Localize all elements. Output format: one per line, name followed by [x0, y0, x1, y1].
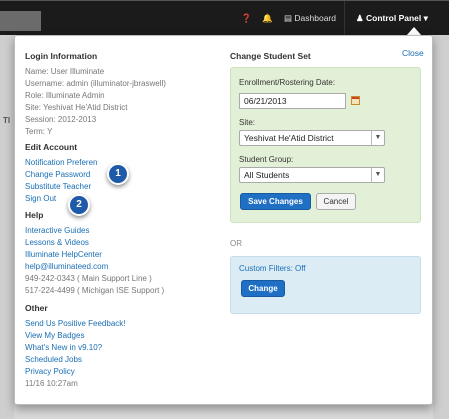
callout-badge-1: 1 — [107, 163, 129, 185]
substitute-teacher-link[interactable]: Substitute Teacher — [25, 182, 91, 191]
helpcenter-link[interactable]: Illuminate HelpCenter — [25, 250, 102, 259]
chevron-down-icon: ▼ — [371, 131, 384, 145]
date-input[interactable]: 06/21/2013 — [239, 93, 346, 109]
lessons-videos-link[interactable]: Lessons & Videos — [25, 238, 89, 247]
date-label: Enrollment/Rostering Date: — [239, 78, 336, 87]
dashboard-link[interactable]: ▤ Dashboard — [284, 12, 336, 25]
background-page-right — [433, 35, 449, 419]
michigan-support-phone: 517-224-4499 ( Michigan ISE Support ) — [25, 286, 165, 295]
site-label: Site: — [239, 118, 256, 127]
user-icon: ♟ — [356, 13, 364, 23]
control-panel-dropdown: Login Information Name: User Illuminate … — [14, 35, 433, 405]
callout-badge-2: 2 — [68, 194, 90, 216]
dashboard-label: Dashboard — [294, 13, 336, 23]
login-term: Term: Y — [25, 127, 53, 136]
custom-filters-status: Custom Filters: Off — [239, 264, 306, 273]
site-select-value: Yeshivat He'Atid District — [244, 133, 334, 143]
whats-new-link[interactable]: What's New in v9.10? — [25, 343, 102, 352]
view-badges-link[interactable]: View My Badges — [25, 331, 84, 340]
student-group-label: Student Group: — [239, 155, 294, 164]
login-username: Username: admin (illuminator-jbraswell) — [25, 79, 166, 88]
interactive-guides-link[interactable]: Interactive Guides — [25, 226, 89, 235]
site-select[interactable]: Yeshivat He'Atid District ▼ — [239, 130, 385, 146]
close-link[interactable]: Close — [402, 48, 424, 58]
control-panel-label: Control Panel — [366, 13, 422, 23]
cancel-button[interactable]: Cancel — [316, 193, 356, 210]
student-group-value: All Students — [244, 170, 290, 180]
timestamp: 11/16 10:27am — [25, 379, 78, 388]
caret-down-icon: ▾ — [423, 13, 428, 23]
login-role: Role: Illuminate Admin — [25, 91, 105, 100]
privacy-policy-link[interactable]: Privacy Policy — [25, 367, 75, 376]
other-heading: Other — [25, 303, 48, 313]
login-session: Session: 2012-2013 — [25, 115, 97, 124]
help-heading: Help — [25, 210, 44, 220]
positive-feedback-link[interactable]: Send Us Positive Feedback! — [25, 319, 126, 328]
save-changes-button[interactable]: Save Changes — [240, 193, 311, 210]
bell-icon[interactable]: 🔔 — [262, 12, 273, 25]
background-page-left — [0, 35, 14, 419]
edit-account-heading: Edit Account — [25, 142, 78, 152]
student-set-form: Enrollment/Rostering Date: 06/21/2013 Si… — [230, 67, 421, 223]
navbar-divider — [344, 1, 345, 36]
chevron-down-icon: ▼ — [371, 168, 384, 182]
login-name: Name: User Illuminate — [25, 67, 105, 76]
student-group-select[interactable]: All Students ▼ — [239, 167, 385, 183]
bar-chart-icon: ▤ — [284, 13, 293, 23]
change-password-link[interactable]: Change Password — [25, 170, 90, 179]
login-info-heading: Login Information — [25, 51, 98, 61]
control-panel-menu[interactable]: ♟ Control Panel ▾ — [356, 12, 428, 25]
custom-filters-box: Custom Filters: Off Change — [230, 256, 421, 314]
or-divider: OR — [230, 239, 242, 248]
notification-preferences-link[interactable]: Notification Preferen — [25, 158, 97, 167]
calendar-icon[interactable] — [351, 96, 360, 105]
login-site: Site: Yeshivat He'Atid District — [25, 103, 128, 112]
change-filters-button[interactable]: Change — [241, 280, 285, 297]
background-text: TI — [3, 116, 11, 125]
change-student-set-heading: Change Student Set — [230, 51, 311, 61]
main-support-phone: 949-242-0343 ( Main Support Line ) — [25, 274, 152, 283]
scheduled-jobs-link[interactable]: Scheduled Jobs — [25, 355, 82, 364]
question-circle-icon[interactable]: ❓ — [241, 12, 252, 25]
top-navbar: ❓ 🔔 ▤ Dashboard ♟ Control Panel ▾ — [0, 0, 449, 36]
logo-placeholder — [0, 11, 41, 31]
help-email-link[interactable]: help@illuminateed.com — [25, 262, 108, 271]
sign-out-link[interactable]: Sign Out — [25, 194, 56, 203]
